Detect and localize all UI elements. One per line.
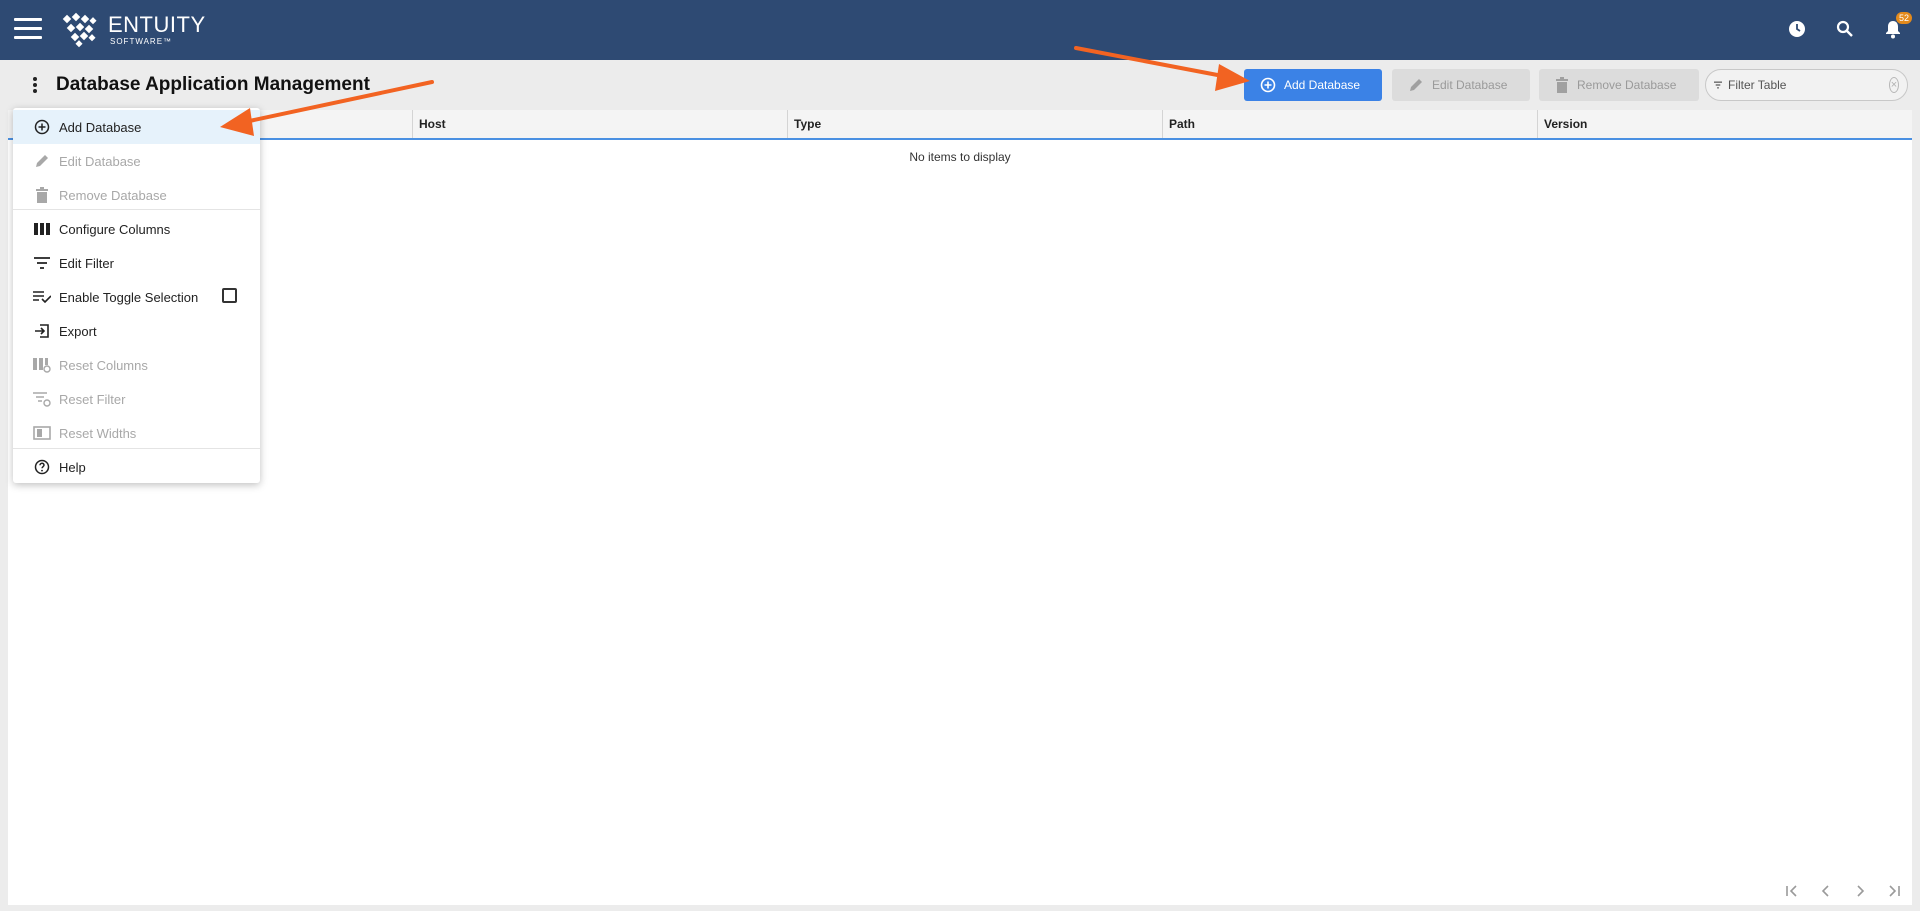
menu-item-label: Edit Filter <box>59 255 114 271</box>
hamburger-menu-icon[interactable] <box>14 18 42 40</box>
trash-icon <box>1556 77 1568 93</box>
column-header-type[interactable]: Type <box>788 110 1163 138</box>
add-circle-icon <box>1260 77 1276 93</box>
notification-count-badge: 52 <box>1895 12 1912 24</box>
menu-item-label: Reset Widths <box>59 425 137 441</box>
table-header: Host Type Path Version <box>8 110 1912 140</box>
menu-item-remove-database[interactable]: Remove Database <box>13 178 260 212</box>
top-bar: ENTUITY SOFTWARE™ 52 <box>0 0 1920 60</box>
menu-item-label: Configure Columns <box>59 221 171 237</box>
menu-item-reset-columns[interactable]: Reset Columns <box>13 348 260 382</box>
columns-icon <box>33 220 51 238</box>
column-header-host[interactable]: Host <box>413 110 788 138</box>
pagination-controls <box>1784 883 1902 899</box>
menu-item-help[interactable]: Help <box>13 450 260 484</box>
menu-item-label: Export <box>59 323 97 339</box>
remove-database-button[interactable]: Remove Database <box>1539 69 1699 101</box>
logo-name: ENTUITY <box>108 12 206 37</box>
add-database-label: Add Database <box>1284 78 1361 92</box>
column-header-path[interactable]: Path <box>1163 110 1538 138</box>
entuity-logo[interactable]: ENTUITY SOFTWARE™ <box>60 12 206 48</box>
first-page-icon[interactable] <box>1784 883 1800 899</box>
menu-item-label: Remove Database <box>59 187 167 203</box>
filter-table-field[interactable]: × <box>1705 69 1908 101</box>
menu-item-add-database[interactable]: Add Database <box>13 110 260 144</box>
reset-widths-icon <box>33 424 51 442</box>
more-options-icon[interactable] <box>28 77 42 95</box>
menu-item-label: Edit Database <box>59 153 141 169</box>
add-database-button[interactable]: Add Database <box>1244 69 1382 101</box>
clear-filter-icon[interactable]: × <box>1889 77 1899 93</box>
menu-separator <box>13 209 260 210</box>
menu-item-reset-widths[interactable]: Reset Widths <box>13 416 260 450</box>
entuity-logo-mark-icon <box>62 12 97 48</box>
toggle-selection-checkbox[interactable] <box>222 288 237 303</box>
menu-item-label: Add Database <box>59 119 142 135</box>
filter-icon <box>33 254 51 272</box>
reset-filter-icon <box>33 390 51 408</box>
menu-item-label: Reset Filter <box>59 391 126 407</box>
pencil-icon <box>1410 79 1422 91</box>
page-header: Database Application Management Add Data… <box>0 60 1920 110</box>
database-table: Host Type Path Version No items to displ… <box>8 110 1912 905</box>
remove-database-label: Remove Database <box>1577 78 1677 92</box>
menu-item-edit-filter[interactable]: Edit Filter <box>13 246 260 280</box>
filter-table-input[interactable] <box>1728 78 1883 92</box>
previous-page-icon[interactable] <box>1818 883 1834 899</box>
trash-icon <box>33 186 51 204</box>
reset-columns-icon <box>33 356 51 374</box>
help-icon <box>33 458 51 476</box>
search-icon[interactable] <box>1832 16 1858 42</box>
pencil-icon <box>33 152 51 170</box>
notifications-bell-icon[interactable]: 52 <box>1880 12 1912 42</box>
menu-separator <box>13 448 260 449</box>
page-title: Database Application Management <box>56 74 370 95</box>
add-circle-icon <box>33 118 51 136</box>
menu-item-reset-filter[interactable]: Reset Filter <box>13 382 260 416</box>
logo-subtitle: SOFTWARE™ <box>110 37 173 46</box>
menu-item-configure-columns[interactable]: Configure Columns <box>13 212 260 246</box>
export-icon <box>33 322 51 340</box>
column-header-version[interactable]: Version <box>1538 110 1912 138</box>
next-page-icon[interactable] <box>1852 883 1868 899</box>
empty-table-message: No items to display <box>909 150 1011 164</box>
edit-database-label: Edit Database <box>1432 78 1508 92</box>
last-page-icon[interactable] <box>1886 883 1902 899</box>
menu-item-label: Enable Toggle Selection <box>59 289 199 305</box>
menu-item-label: Help <box>59 459 86 475</box>
edit-database-button[interactable]: Edit Database <box>1392 69 1530 101</box>
menu-item-edit-database[interactable]: Edit Database <box>13 144 260 178</box>
filter-icon <box>1714 81 1722 89</box>
timezone-clock-icon[interactable] <box>1784 16 1810 42</box>
menu-item-label: Reset Columns <box>59 357 148 373</box>
options-menu: Add Database Edit Database Remove Databa… <box>13 108 260 483</box>
menu-item-export[interactable]: Export <box>13 314 260 348</box>
toggle-selection-icon <box>33 288 51 306</box>
